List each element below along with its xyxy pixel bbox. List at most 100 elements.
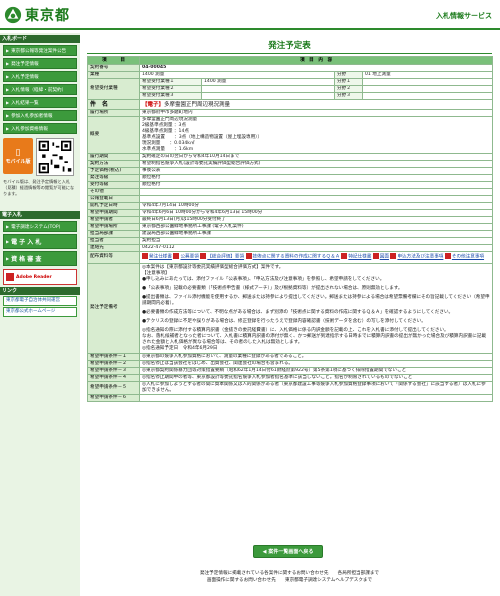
table-row: 希望申請条件－６ [87, 393, 494, 402]
hope-type-label: 希望受付業種２ [139, 85, 202, 93]
mobile-version-button[interactable]: ▯ モバイル版 [3, 138, 33, 174]
table-row: 開札予定日時 令和4年7月14日 10時00分 [87, 202, 494, 210]
table-row: 希望申請条件－２ ◎指名停止は当該会社をはじめ、出資会社、関連会社の場合も含まれる… [87, 359, 494, 368]
row-label: 連絡先 [87, 244, 140, 252]
tokyo-logo[interactable]: 東京都 [4, 6, 70, 24]
doc-link[interactable]: 発注仕様書 [149, 255, 172, 260]
table-row: 予定価格(税込) 事後公表 [87, 167, 494, 175]
qr-code-icon [36, 138, 74, 176]
hope-type-label: 希望受付業種１ [139, 78, 202, 86]
field-value: 01 地上測量 [361, 71, 494, 79]
table-row: 配布資料等 発注仕様書 公募要領 【総合評価】要領 技術点に関する資料の作成に関… [87, 251, 494, 264]
arrow-right-icon: ▶ [6, 224, 10, 229]
field-value [361, 78, 494, 86]
pdf-icon [6, 273, 14, 281]
period-value: 契約確定の日の翌日から令和4年10月14日まで [138, 153, 494, 161]
sidebar: 入札ボード ▶ 東京都公報等発注案件公告 ▶ 発注予定情報 ▶ 入札予定情報 ▶ 入札情… [0, 33, 80, 596]
row-label: 発注予定備考 [87, 262, 140, 354]
row-label: 担当者 [87, 237, 140, 245]
doc-link[interactable]: その他注意事項 [452, 255, 484, 260]
order-grade-value: 順位格付 [138, 174, 494, 182]
sidebar-item-label: 発注予定情報 [11, 61, 39, 67]
table-row: 業種 1400 測量 分野 01 地上測量 [87, 71, 494, 79]
notes-value: ◎本案件は【東京都設計等委託実績評価型総合評価方式】案件です。 【注意事項】 ●… [138, 262, 494, 354]
row-label: 履行場所 [87, 109, 140, 117]
row-label: 希望申請者 [87, 216, 140, 224]
row-label: 開札予定日時 [87, 202, 140, 210]
row-label: 概要 [87, 116, 140, 154]
field-label: 分野２ [334, 85, 363, 93]
electronic-tag: 【電子】 [142, 101, 165, 108]
arrow-right-icon: ▶ [6, 74, 10, 79]
adobe-reader-link[interactable]: Adobe Reader [3, 269, 77, 285]
arrow-right-icon: ▶ [6, 113, 10, 118]
doc-link[interactable]: 【総合評価】要領 [207, 255, 244, 260]
table-header-row: 項 目 項 目 内 容 [87, 56, 494, 65]
column-header-content: 項 目 内 容 [138, 56, 494, 65]
pdf-icon [341, 253, 348, 259]
row-label: 配布資料等 [87, 251, 140, 264]
table-row: 希望申請場所 東京都西部公園緑地事務所工事課 (電子入札案件) [87, 223, 494, 231]
row-label: 受付等級 [87, 181, 140, 189]
doc-link[interactable]: 技術点に関する資料の作成に関するＱ＆Ａ [253, 255, 340, 260]
row-label: 担当局部課 [87, 230, 140, 238]
doc-link[interactable]: 申込方法及び注意事項 [397, 255, 443, 260]
contract-number: 04-00045 [138, 64, 494, 72]
table-row: 概要 多摩霊園正門周辺現況測量 2級基準点測量 ：3点 4級基準点測量 ：14点… [87, 116, 494, 154]
condition-value: ◎入札に参加しようとする者の間に資本関係又は人的関係がある者（東京都建設工事等競… [138, 380, 494, 395]
doc-link[interactable]: 公募要領 [180, 255, 198, 260]
table-row: 契約方法 希望制指名競争入札(設計等委託実績評価型総合評価方式) [87, 160, 494, 168]
row-label: 業種 [87, 71, 140, 79]
title-divider [87, 53, 492, 54]
sidebar-item-bid-schedule[interactable]: ▶ 入札予定情報 [3, 71, 77, 82]
row-label: 希望受付業種 [87, 78, 140, 100]
header-divider [0, 28, 500, 30]
sidebar-link-egov[interactable]: 東京都電子自治体共同運営 [3, 296, 77, 306]
row-label: 予定価格(税込) [87, 167, 140, 175]
open-date-value: 令和4年7月14日 10時00分 [138, 202, 494, 210]
sidebar-item-public-notice[interactable]: ▶ 東京都公報等発注案件公告 [3, 45, 77, 56]
back-to-list-button[interactable]: ◀ 案件一覧画面へ戻る [253, 545, 323, 558]
note-line: なお、落札候補者となった者について、入札書に積算内訳書の添付が無く、かつ郵送が到… [142, 333, 487, 345]
sidebar-item-qualification[interactable]: ▶ 入札参加資格情報 [3, 123, 77, 134]
table-row: その他 [87, 188, 494, 196]
condition-value [138, 393, 494, 402]
table-row: 希望申請条件－１ ◎東京都の競争入札参加資格において、測量の業種に登録がある者であ… [87, 352, 494, 361]
hope-type-value: 1400 測量 [201, 78, 335, 86]
site-title: 入札情報サービス [436, 12, 492, 20]
sidebar-item-bid-results[interactable]: ▶ 入札結果一覧 [3, 97, 77, 108]
sidebar-item-ecalls-top[interactable]: ▶ 電子調達システム(TOP) [3, 221, 77, 232]
sidebar-item-participants[interactable]: ▶ 参加入札参加者情報 [3, 110, 77, 121]
doc-link[interactable]: 特記仕様書 [348, 255, 371, 260]
condition-value: ◎東京都の競争入札参加資格において、測量の業種に登録がある者であること。 [138, 352, 494, 361]
back-button-label: 案件一覧画面へ戻る [268, 549, 314, 555]
apply-note-value: 最終日6月13日(月)は15時00分受付終了 [138, 216, 494, 224]
order-detail-table: 項 目 項 目 内 容 契約番号 04-00045 業種 1400 測量 分野 … [87, 56, 494, 402]
mobile-phone-icon: ▯ [15, 147, 21, 158]
table-row: 履行期間 契約確定の日の翌日から令和4年10月14日まで [87, 153, 494, 161]
mobile-button-label: モバイル版 [5, 158, 31, 165]
table-row: 希望申請期間 令和4年6月6日 10時00分から令和4年6月13日 15時00分 [87, 209, 494, 217]
pdf-icon [173, 253, 180, 259]
note-line: ●提出書類は、ファイル添付機能を使用するか、郵送または持参により提出してください… [142, 294, 490, 306]
adobe-label: Adobe Reader [16, 274, 52, 280]
page-title: 発注予定表 [268, 41, 311, 51]
sidebar-link-tokyo-official[interactable]: 東京都公式ホームページ [3, 307, 77, 317]
pdf-icon [444, 253, 451, 259]
person-value: 契約担当 [138, 237, 494, 245]
sidebar-links-heading: リンク [0, 287, 80, 295]
doc-link[interactable]: 図面 [380, 255, 389, 260]
sidebar-item-order-schedule[interactable]: ▶ 発注予定情報 [3, 58, 77, 69]
field-label: 分野 [334, 71, 363, 79]
note-line: ◎指名通知予定日 令和4年6月29日 [142, 345, 218, 351]
pdf-icon [142, 253, 148, 259]
sidebar-item-ebid[interactable]: ▶ 電 子 入 札 [3, 234, 77, 249]
sidebar-item-bid-info[interactable]: ▶ 入札情報（経緯・前契約） [3, 84, 77, 95]
footer-helpdesk-line: 画面操作に関するお問い合わせ先 東京都電子調達システムヘルプデスクまで [206, 578, 373, 583]
publish-date-value [138, 195, 494, 203]
arrow-right-icon: ▶ [6, 256, 10, 261]
table-row: 希望申請条件－４ ◎指名停止期間中の者等、東京都設計等委託指名競争入札参加者指名基… [87, 373, 494, 382]
sidebar-item-label: 入札参加資格情報 [11, 126, 48, 132]
pdf-icon [372, 253, 379, 259]
sidebar-item-qual-review[interactable]: ▶ 資 格 審 査 [3, 251, 77, 266]
